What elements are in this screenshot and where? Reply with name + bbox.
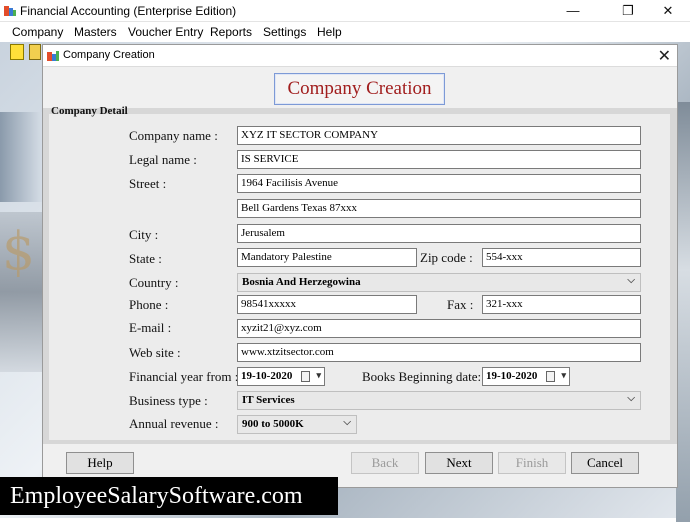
menu-company[interactable]: Company: [12, 25, 63, 39]
chevron-down-icon: ⌵: [627, 275, 635, 286]
financial-year-date[interactable]: 19-10-2020 ▾: [237, 367, 325, 386]
books-beginning-date[interactable]: 19-10-2020 ▾: [482, 367, 570, 386]
city-label: City :: [129, 227, 158, 243]
menu-masters[interactable]: Masters: [74, 25, 117, 39]
background-graphic: [676, 102, 690, 522]
street-label: Street :: [129, 176, 166, 192]
chevron-down-icon: ▾: [316, 370, 321, 381]
financial-year-value: 19-10-2020: [241, 370, 292, 382]
help-button[interactable]: Help: [66, 452, 134, 474]
app-logo-icon: [3, 4, 17, 18]
legal-name-label: Legal name :: [129, 152, 197, 168]
group-label: Company Detail: [51, 105, 128, 117]
menu-settings[interactable]: Settings: [263, 25, 306, 39]
dollar-graphic: $: [2, 222, 35, 282]
cancel-button[interactable]: Cancel: [571, 452, 639, 474]
menubar: Company Masters Voucher Entry Reports Se…: [0, 22, 690, 42]
app-close-button[interactable]: ✕: [645, 0, 690, 22]
new-file-icon[interactable]: [10, 44, 24, 60]
app-title: Financial Accounting (Enterprise Edition…: [20, 4, 236, 18]
company-creation-icon: [46, 49, 60, 63]
business-type-select[interactable]: IT Services ⌵: [237, 391, 641, 410]
country-value: Bosnia And Herzegowina: [242, 276, 361, 288]
website-field[interactable]: www.xtzitsector.com: [237, 343, 641, 362]
chevron-down-icon: ⌵: [343, 417, 351, 428]
books-beginning-value: 19-10-2020: [486, 370, 537, 382]
menu-help[interactable]: Help: [317, 25, 342, 39]
child-close-button[interactable]: ✕: [658, 46, 671, 66]
company-creation-window: Company Creation ✕ Company Creation Comp…: [42, 44, 678, 488]
zip-field[interactable]: 554-xxx: [482, 248, 641, 267]
website-label: Web site :: [129, 345, 181, 361]
annual-revenue-label: Annual revenue :: [129, 416, 219, 432]
child-title: Company Creation: [63, 49, 155, 61]
page-title: Company Creation: [274, 73, 445, 105]
city-field[interactable]: Jerusalem: [237, 224, 641, 243]
calendar-icon: [546, 371, 555, 382]
email-label: E-mail :: [129, 320, 171, 336]
country-label: Country :: [129, 275, 178, 291]
chevron-down-icon: ⌵: [627, 393, 635, 404]
fax-field[interactable]: 321-xxx: [482, 295, 641, 314]
street-field-2[interactable]: Bell Gardens Texas 87xxx: [237, 199, 641, 218]
next-button[interactable]: Next: [425, 452, 493, 474]
phone-field[interactable]: 98541xxxxx: [237, 295, 417, 314]
chevron-down-icon: ▾: [561, 370, 566, 381]
phone-label: Phone :: [129, 297, 168, 313]
annual-revenue-value: 900 to 5000K: [242, 418, 304, 430]
business-type-label: Business type :: [129, 393, 208, 409]
finish-button[interactable]: Finish: [498, 452, 566, 474]
legal-name-field[interactable]: IS SERVICE: [237, 150, 641, 169]
state-field[interactable]: Mandatory Palestine: [237, 248, 417, 267]
annual-revenue-select[interactable]: 900 to 5000K ⌵: [237, 415, 357, 434]
back-button[interactable]: Back: [351, 452, 419, 474]
company-name-label: Company name :: [129, 128, 218, 144]
company-name-field[interactable]: XYZ IT SECTOR COMPANY: [237, 126, 641, 145]
header-strip: Company Creation: [43, 68, 677, 108]
app-titlebar: Financial Accounting (Enterprise Edition…: [0, 0, 690, 22]
fax-label: Fax :: [447, 297, 473, 313]
calendar-icon: [301, 371, 310, 382]
open-folder-icon[interactable]: [29, 44, 41, 60]
background-graphic: [0, 112, 42, 202]
financial-year-label: Financial year from :: [129, 369, 238, 385]
email-field[interactable]: xyzit21@xyz.com: [237, 319, 641, 338]
menu-voucher-entry[interactable]: Voucher Entry: [128, 25, 203, 39]
child-titlebar: Company Creation ✕: [43, 45, 677, 67]
country-select[interactable]: Bosnia And Herzegowina ⌵: [237, 273, 641, 292]
menu-reports[interactable]: Reports: [210, 25, 252, 39]
zip-label: Zip code :: [420, 250, 473, 266]
watermark-text: EmployeeSalarySoftware.com: [0, 477, 338, 515]
business-type-value: IT Services: [242, 394, 295, 406]
books-beginning-label: Books Beginning date:: [362, 369, 481, 385]
minimize-button[interactable]: —: [550, 0, 596, 22]
state-label: State :: [129, 251, 162, 267]
street-field-1[interactable]: 1964 Facilisis Avenue: [237, 174, 641, 193]
